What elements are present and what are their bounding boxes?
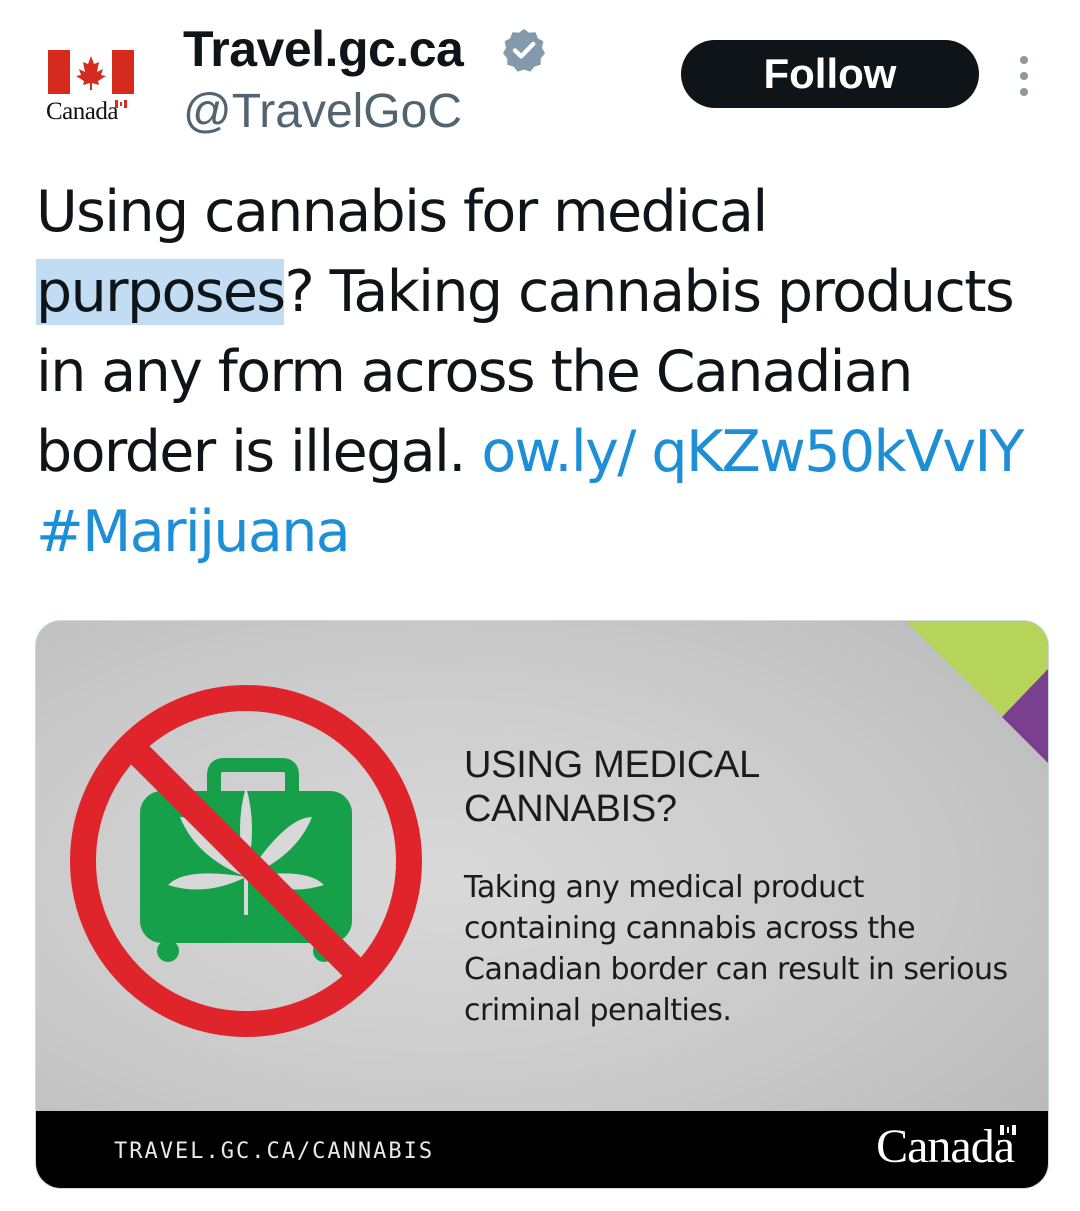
canada-flag-icon (1000, 1125, 1016, 1135)
avatar-wordmark: Canada (46, 98, 127, 126)
card-body: Taking any medical product containing ca… (464, 870, 1008, 1028)
avatar[interactable]: Canada (36, 40, 146, 130)
canada-flag-icon (114, 100, 127, 108)
card-footer: TRAVEL.GC.CA/CANNABIS Canada (36, 1111, 1048, 1188)
selected-text: purposes (36, 259, 286, 325)
account-handle[interactable]: @TravelGoC (183, 84, 462, 139)
footer-url: TRAVEL.GC.CA/CANNABIS (114, 1139, 435, 1164)
hashtag-link[interactable]: #Marijuana (36, 499, 351, 565)
display-name[interactable]: Travel.gc.ca (183, 20, 464, 78)
follow-button[interactable]: Follow (681, 40, 979, 108)
card-title: USING MEDICAL CANNABIS? (464, 744, 760, 830)
media-card[interactable]: USING MEDICAL CANNABIS? Taking any medic… (35, 620, 1049, 1189)
more-options-icon[interactable] (1014, 56, 1034, 96)
tweet-link[interactable]: ow.ly/ qKZw50kVvIY (481, 419, 1024, 485)
canada-wordmark: Canada (876, 1120, 1016, 1173)
tweet-text-start: Using cannabis for medical (36, 179, 768, 245)
verified-badge-icon (503, 29, 545, 72)
tweet-text: Using cannabis for medical purposes? Tak… (36, 172, 1046, 572)
canada-flag-icon (48, 50, 134, 94)
